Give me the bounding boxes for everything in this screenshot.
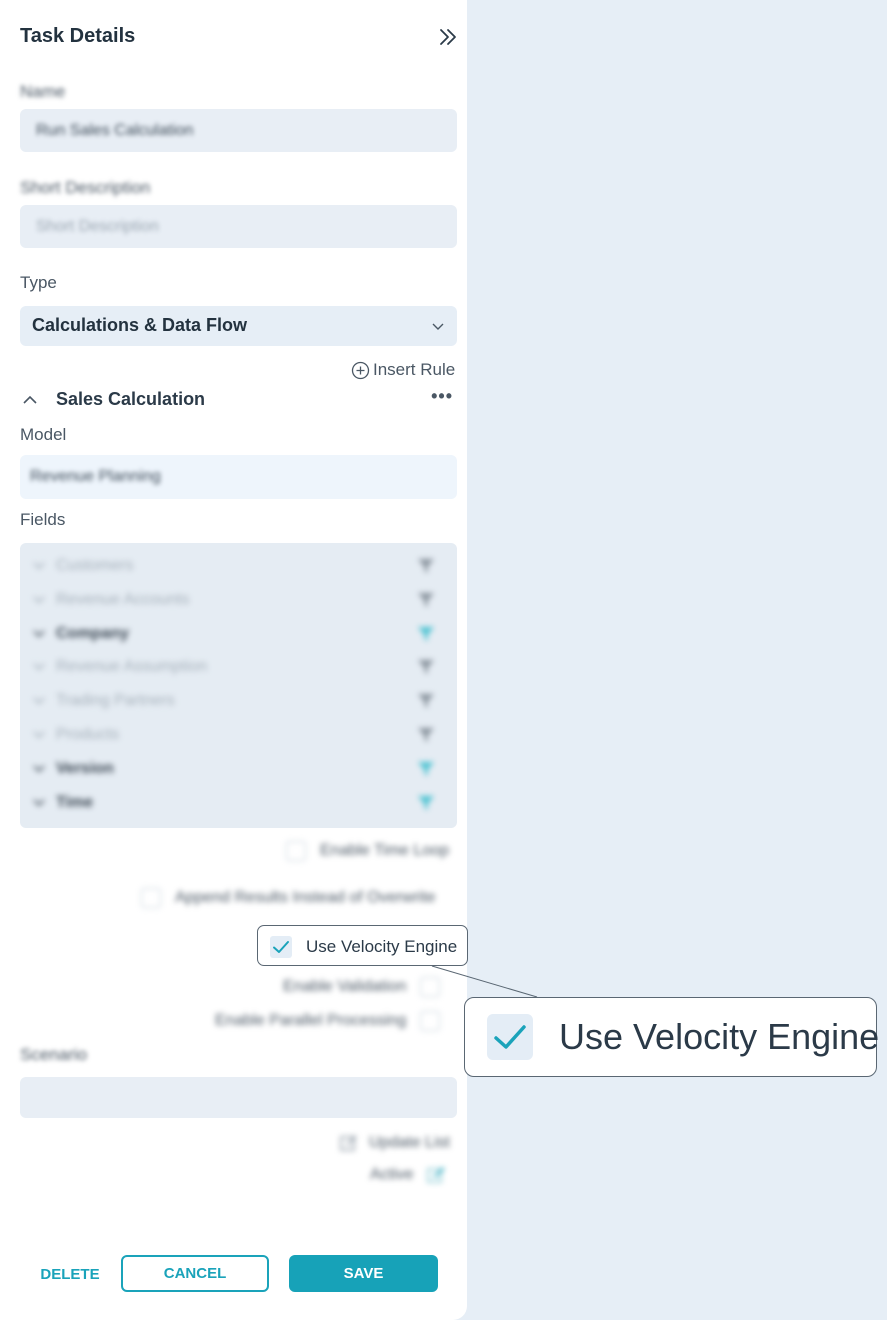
field-name: Trading Partners: [56, 692, 175, 710]
filter-icon[interactable]: [416, 556, 436, 576]
filter-icon[interactable]: [416, 759, 436, 779]
scenario-field[interactable]: [20, 1077, 457, 1118]
delete-button[interactable]: DELETE: [30, 1256, 110, 1292]
enable-parallel-checkbox[interactable]: [420, 1011, 441, 1031]
filter-icon[interactable]: [416, 793, 436, 813]
name-label: Name: [20, 82, 66, 101]
use-velocity-engine-label: Use Velocity Engine: [306, 937, 458, 956]
edit-active-icon: [426, 1167, 445, 1183]
chevron-down-icon[interactable]: [32, 594, 46, 606]
append-results-label: Append Results Instead of Overwrite: [175, 889, 436, 906]
rule-section-header: Sales Calculation •••: [20, 386, 457, 412]
more-options-icon[interactable]: •••: [431, 386, 453, 407]
field-name: Time: [56, 793, 94, 811]
active-label: Active: [370, 1166, 414, 1183]
field-row[interactable]: Products: [20, 721, 457, 751]
enable-time-loop-checkbox[interactable]: [286, 841, 306, 861]
model-value: Revenue Planning: [30, 468, 161, 485]
chevron-down-icon[interactable]: [32, 763, 46, 775]
short-description-label: Short Description: [20, 178, 151, 197]
field-row[interactable]: Trading Partners: [20, 687, 457, 717]
field-name: Revenue Accounts: [56, 590, 190, 608]
type-select[interactable]: Calculations & Data Flow: [20, 306, 457, 346]
update-list-link[interactable]: Update List: [339, 1133, 450, 1153]
field-row[interactable]: Revenue Accounts: [20, 586, 457, 616]
model-field[interactable]: Revenue Planning: [20, 455, 457, 499]
enable-time-loop-option[interactable]: Enable Time Loop: [286, 841, 449, 861]
chevron-down-icon[interactable]: [32, 661, 46, 673]
field-row[interactable]: Company: [20, 620, 457, 650]
chevron-down-icon: [432, 323, 444, 330]
active-toggle[interactable]: Active: [370, 1165, 448, 1185]
model-label: Model: [20, 425, 67, 444]
fields-label: Fields: [20, 510, 66, 529]
chevron-down-icon[interactable]: [32, 729, 46, 741]
section-title: Sales Calculation: [56, 389, 206, 409]
enable-parallel-label: Enable Parallel Processing: [215, 1012, 407, 1029]
filter-icon[interactable]: [416, 657, 436, 677]
scenario-label: Scenario: [20, 1045, 88, 1064]
cancel-button[interactable]: CANCEL: [121, 1255, 269, 1292]
field-name: Revenue Assumption: [56, 658, 208, 676]
edit-icon: [340, 1135, 357, 1151]
zoomed-checkbox: [487, 1014, 533, 1060]
chevron-down-icon[interactable]: [32, 628, 46, 640]
short-description-field[interactable]: Short Description: [20, 205, 457, 248]
zoomed-checkmark-icon: [494, 1025, 526, 1049]
enable-parallel-option[interactable]: Enable Parallel Processing: [215, 1011, 441, 1031]
enable-validation-label: Enable Validation: [283, 978, 407, 995]
use-velocity-engine-option[interactable]: Use Velocity Engine: [257, 925, 468, 966]
collapse-panel-icon[interactable]: [438, 26, 458, 48]
use-velocity-engine-checkbox[interactable]: [270, 936, 292, 958]
enable-validation-option[interactable]: Enable Validation: [283, 977, 441, 997]
panel-title: Task Details: [20, 25, 136, 47]
plus-circle-icon: [351, 361, 370, 379]
field-name: Customers: [56, 557, 134, 574]
short-description-placeholder: Short Description: [36, 217, 159, 235]
append-results-checkbox[interactable]: [141, 888, 161, 908]
insert-rule-label: Insert Rule: [373, 360, 456, 379]
field-row[interactable]: Revenue Assumption: [20, 653, 457, 683]
task-details-panel: Task Details Name Run Sales Calculation …: [0, 0, 467, 1320]
field-name: Company: [56, 624, 129, 642]
field-name: Version: [56, 759, 114, 777]
type-label: Type: [20, 273, 57, 292]
chevron-down-icon[interactable]: [32, 695, 46, 707]
zoomed-velocity-engine-callout: Use Velocity Engine: [464, 997, 880, 1077]
save-button[interactable]: SAVE: [289, 1255, 438, 1292]
filter-icon[interactable]: [416, 590, 436, 610]
insert-rule-button[interactable]: Insert Rule: [351, 359, 455, 381]
update-list-label: Update List: [369, 1134, 450, 1151]
enable-validation-checkbox[interactable]: [420, 977, 441, 997]
enable-time-loop-label: Enable Time Loop: [320, 842, 449, 859]
filter-icon[interactable]: [416, 691, 436, 711]
field-row[interactable]: Version: [20, 755, 457, 785]
name-field[interactable]: Run Sales Calculation: [20, 109, 457, 152]
fields-list: Customers Revenue Accounts Company Revenue …: [20, 543, 457, 828]
field-row[interactable]: Customers: [20, 552, 457, 582]
field-row[interactable]: Time: [20, 789, 457, 819]
checkmark-icon: [273, 941, 289, 953]
field-name: Products: [56, 726, 120, 743]
chevron-down-icon[interactable]: [32, 797, 46, 809]
type-value: Calculations & Data Flow: [32, 315, 248, 335]
chevron-up-icon[interactable]: [22, 393, 38, 407]
filter-icon[interactable]: [416, 624, 436, 644]
filter-icon[interactable]: [416, 725, 436, 745]
name-value: Run Sales Calculation: [36, 121, 194, 139]
chevron-down-icon[interactable]: [32, 560, 46, 572]
zoomed-label: Use Velocity Engine: [559, 1016, 880, 1057]
append-results-option[interactable]: Append Results Instead of Overwrite: [141, 888, 436, 908]
